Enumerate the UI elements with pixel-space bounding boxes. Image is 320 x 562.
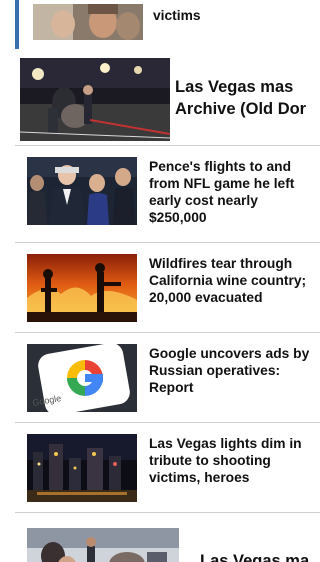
news-thumbnail: Google [27, 344, 137, 412]
news-item-wildfires[interactable]: Wildfires tear through California wine c… [15, 242, 320, 332]
news-item-victims[interactable]: victims [15, 0, 320, 49]
news-item-las-vegas-bottom[interactable]: Las Vegas ma [15, 512, 320, 562]
news-headline: Pence's flights to and from NFL game he … [149, 159, 295, 225]
news-feed: victims Las Vegas mas Archive (Old Dor P… [0, 0, 320, 562]
news-thumbnail [27, 528, 179, 562]
news-thumbnail [27, 254, 137, 322]
news-headline: Las Vegas ma [200, 552, 310, 562]
news-item-google-ads[interactable]: Google Google uncovers ads by Russian op… [15, 332, 320, 422]
news-headline: victims [153, 8, 201, 23]
news-thumbnail [27, 157, 137, 225]
news-item-pence[interactable]: Pence's flights to and from NFL game he … [15, 145, 320, 235]
news-thumbnail [27, 434, 137, 502]
news-headline: Las Vegas lights dim in tribute to shoot… [149, 436, 302, 485]
news-headline-line-1: Las Vegas mas [175, 78, 294, 96]
news-item-las-vegas-lights[interactable]: Las Vegas lights dim in tribute to shoot… [15, 422, 320, 512]
news-thumbnail [33, 4, 143, 40]
news-thumbnail [20, 58, 170, 141]
news-headline: Google uncovers ads by Russian operative… [149, 346, 310, 395]
news-item-las-vegas-archive[interactable]: Las Vegas mas Archive (Old Dor [15, 49, 320, 145]
news-headline: Wildfires tear through California wine c… [149, 256, 307, 305]
news-headline-line-2: Archive (Old Dor [175, 100, 307, 118]
